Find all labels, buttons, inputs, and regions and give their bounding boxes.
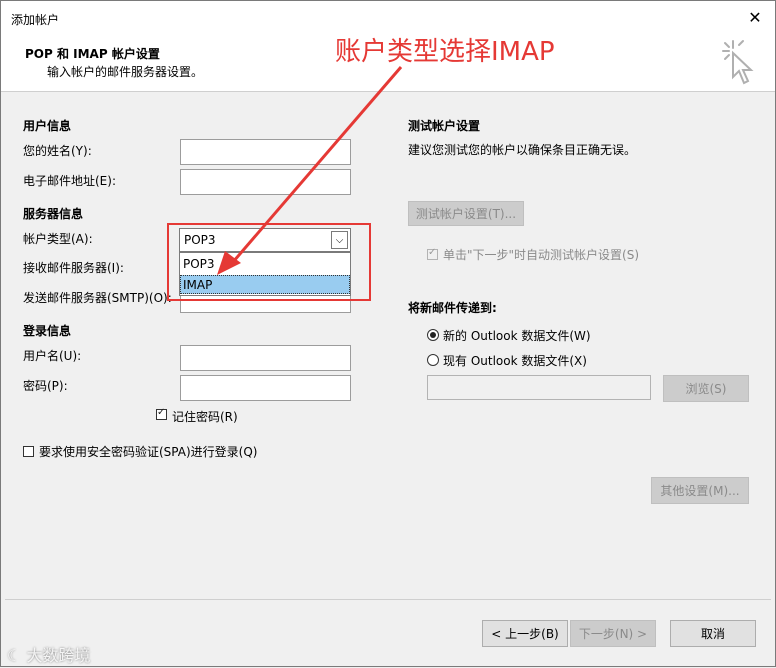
watermark: ☾ 大数跨境: [7, 646, 91, 665]
test-account-settings-button[interactable]: 测试帐户设置(T)...: [408, 201, 524, 226]
test-settings-description: 建议您测试您的帐户以确保条目正确无误。: [408, 143, 637, 157]
spa-checkbox[interactable]: [23, 446, 34, 457]
more-settings-button[interactable]: 其他设置(M)...: [651, 477, 749, 504]
auto-test-checkbox[interactable]: [427, 247, 438, 260]
browse-button[interactable]: 浏览(S): [663, 375, 749, 402]
annotation-arrow: [217, 66, 403, 275]
new-data-file-radio[interactable]: [427, 329, 439, 341]
next-button[interactable]: 下一步(N) >: [570, 620, 656, 647]
password-field[interactable]: [180, 375, 351, 401]
watermark-logo-icon: ☾: [7, 646, 22, 665]
remember-password-label: 记住密码(R): [172, 410, 238, 424]
deliver-heading: 将新邮件传递到:: [408, 301, 497, 315]
password-label: 密码(P):: [23, 379, 68, 393]
footer-divider: [5, 599, 771, 600]
back-button[interactable]: < 上一步(B): [482, 620, 568, 647]
username-label: 用户名(U):: [23, 349, 82, 363]
add-account-dialog: 添加帐户 ✕ POP 和 IMAP 帐户设置 输入帐户的邮件服务器设置。 账户类…: [0, 0, 776, 667]
login-info-heading: 登录信息: [23, 324, 72, 338]
test-settings-heading: 测试帐户设置: [408, 119, 481, 133]
auto-test-label: 单击"下一步"时自动测试帐户设置(S): [443, 248, 640, 262]
existing-data-file-radio[interactable]: [427, 354, 439, 366]
spa-label: 要求使用安全密码验证(SPA)进行登录(Q): [39, 445, 258, 459]
new-data-file-label: 新的 Outlook 数据文件(W): [443, 329, 591, 343]
cancel-button[interactable]: 取消: [670, 620, 756, 647]
remember-password-checkbox[interactable]: [156, 407, 167, 420]
data-file-path-field[interactable]: [427, 375, 651, 400]
username-field[interactable]: [180, 345, 351, 371]
existing-data-file-label: 现有 Outlook 数据文件(X): [443, 354, 587, 368]
